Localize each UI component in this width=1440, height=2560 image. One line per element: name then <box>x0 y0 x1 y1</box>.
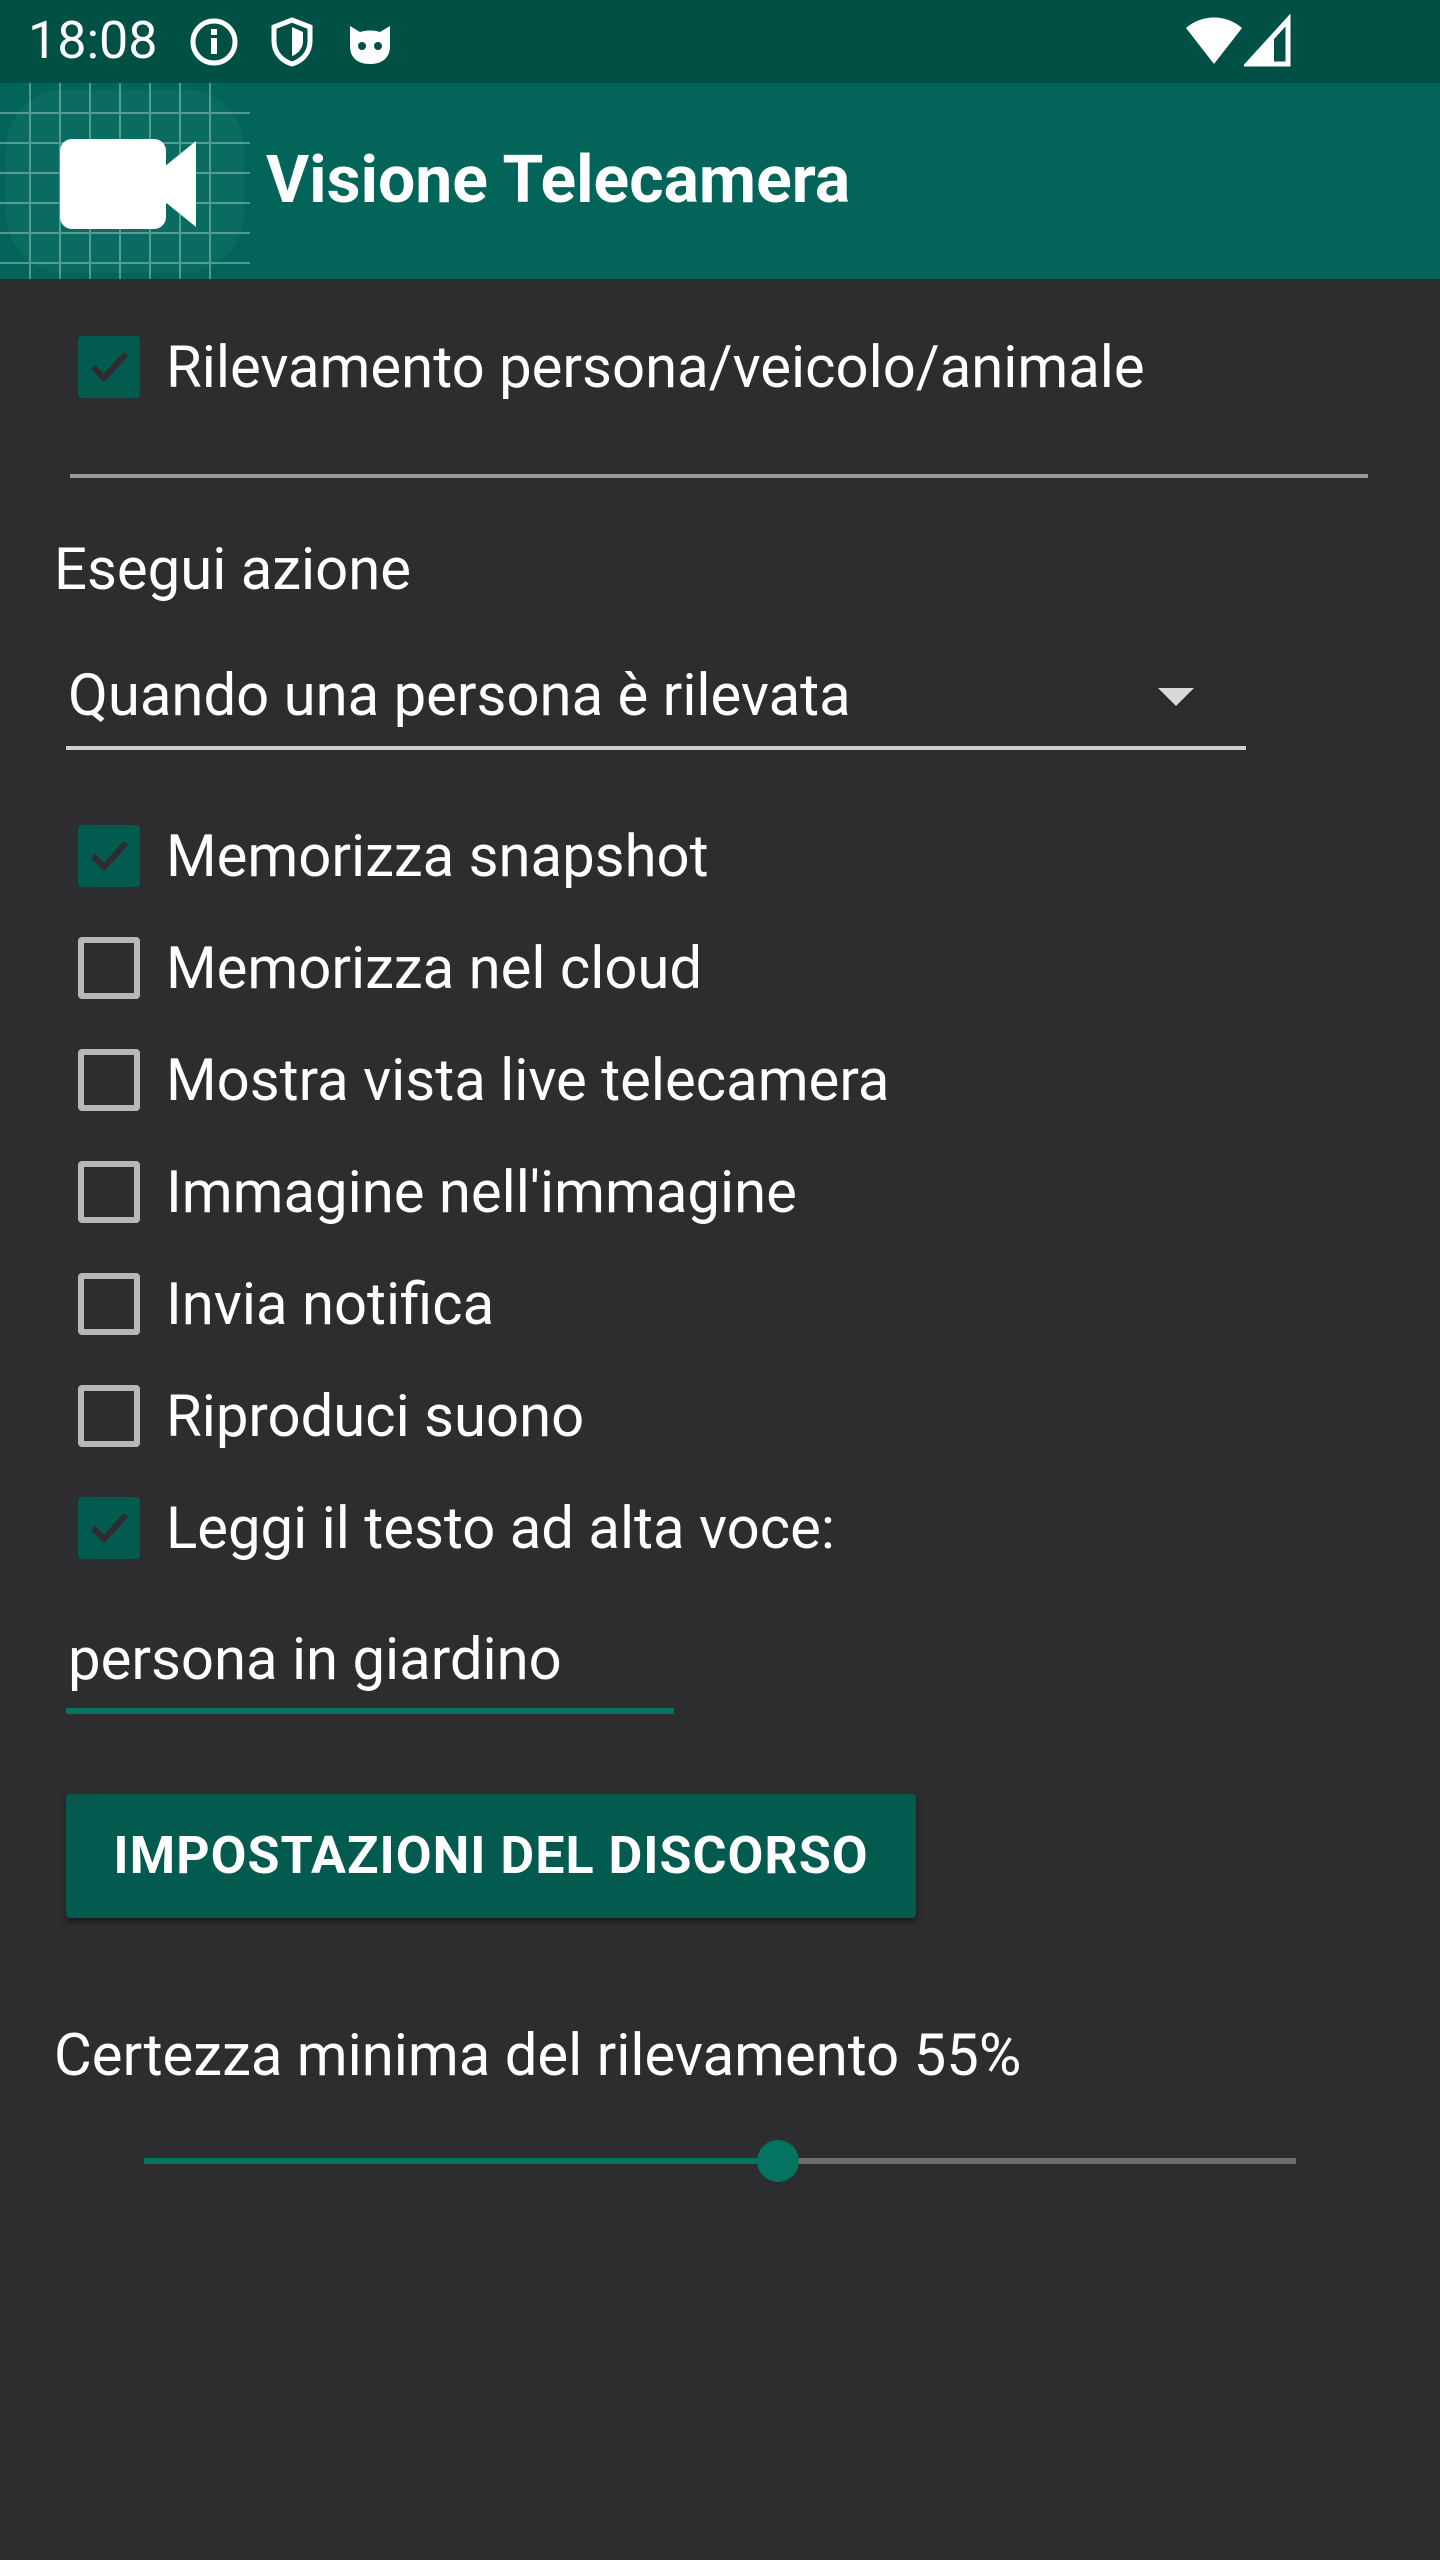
tts-text-value: persona in giardino <box>68 1626 562 1694</box>
cat-face-icon <box>350 26 390 64</box>
tts-text-input[interactable]: persona in giardino <box>66 1620 674 1714</box>
dropdown-arrow-icon <box>1158 688 1194 706</box>
app-bar: Visione Telecamera <box>0 83 1440 279</box>
dropdown-underline <box>66 746 1246 750</box>
app-title: Visione Telecamera <box>266 142 851 219</box>
checkbox-unchecked-icon <box>78 1161 140 1223</box>
checkbox-checked-icon <box>78 1497 140 1559</box>
option-label: Leggi il testo ad alta voce: <box>166 1495 835 1563</box>
option-label: Mostra vista live telecamera <box>166 1047 890 1115</box>
option-label: Memorizza snapshot <box>166 823 709 891</box>
detection-label: Rilevamento persona/veicolo/animale <box>166 334 1145 402</box>
certainty-label: Certezza minima del rilevamento 55% <box>54 2022 1022 2090</box>
option-label: Memorizza nel cloud <box>166 935 703 1003</box>
option-label: Invia notifica <box>166 1271 495 1339</box>
checkbox-unchecked-icon <box>78 1385 140 1447</box>
shield-icon <box>271 17 313 67</box>
wifi-icon <box>1186 17 1242 64</box>
status-bar: 18:08 <box>0 0 1440 83</box>
slider-thumb[interactable] <box>757 2140 799 2182</box>
video-camera-icon <box>0 83 250 279</box>
slider-fill <box>144 2158 778 2164</box>
option-label: Immagine nell'immagine <box>166 1159 797 1227</box>
cell-signal-icon <box>1244 14 1291 67</box>
option-label: Riproduci suono <box>166 1383 585 1451</box>
checkbox-unchecked-icon <box>78 1049 140 1111</box>
checkbox-checked-icon <box>78 825 140 887</box>
trigger-dropdown-value: Quando una persona è rilevata <box>68 662 851 730</box>
checkbox-unchecked-icon <box>78 1273 140 1335</box>
speech-settings-button[interactable]: IMPOSTAZIONI DEL DISCORSO <box>66 1794 916 1918</box>
info-icon <box>190 18 238 66</box>
status-time: 18:08 <box>28 10 158 71</box>
checkbox-checked-icon <box>78 336 140 398</box>
divider <box>70 474 1368 478</box>
text-input-underline <box>66 1708 674 1714</box>
trigger-dropdown[interactable]: Quando una persona è rilevata <box>66 656 1246 750</box>
action-label: Esegui azione <box>54 536 411 604</box>
certainty-slider[interactable] <box>144 2140 1296 2182</box>
checkbox-unchecked-icon <box>78 937 140 999</box>
